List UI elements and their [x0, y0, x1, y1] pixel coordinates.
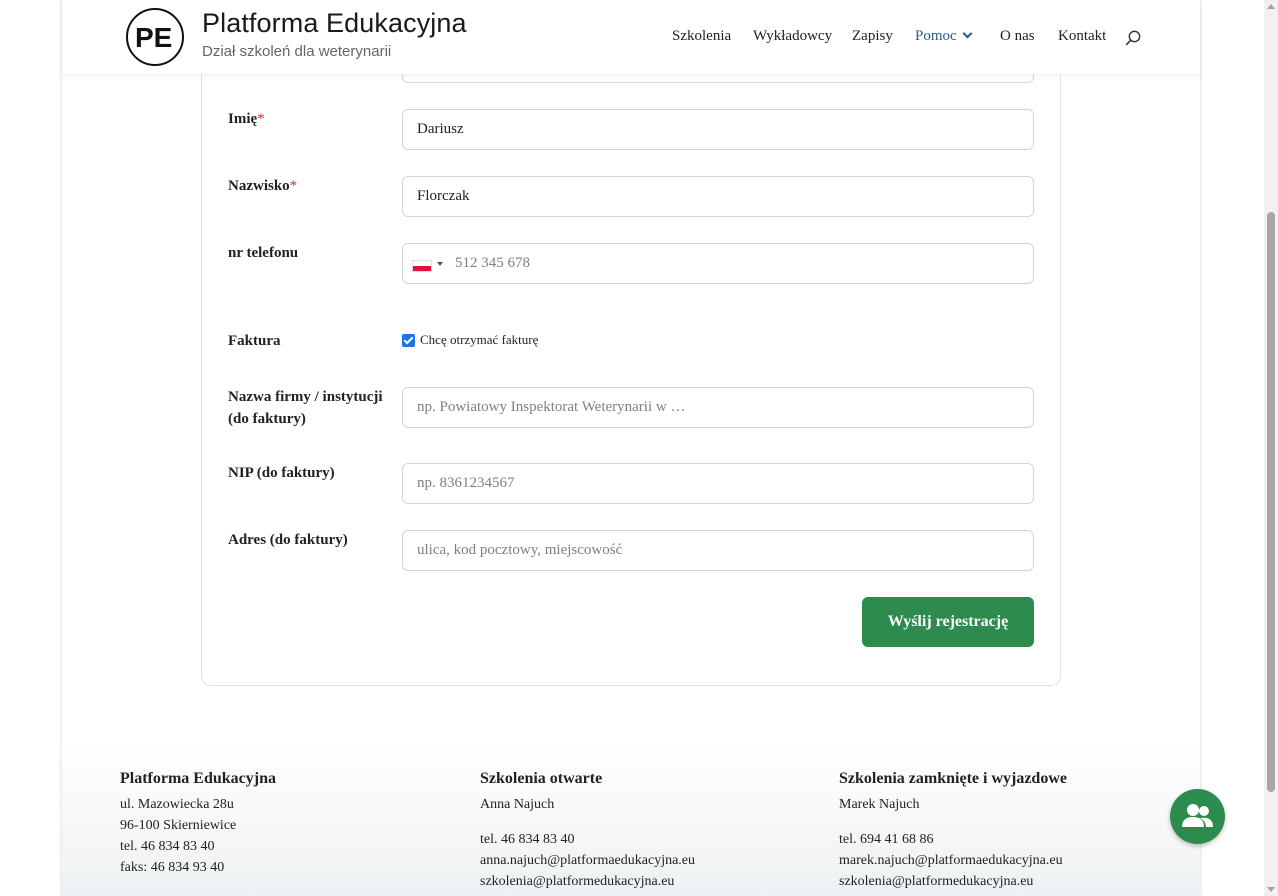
- footer-closed-phone: tel. 694 41 68 86: [839, 832, 934, 847]
- address-label: Adres (do faktury): [228, 532, 348, 548]
- footer-closed-email-2[interactable]: szkolenia@platformedukacyjna.eu: [839, 871, 1067, 892]
- footer-address-street: ul. Mazowiecka 28u: [120, 797, 234, 812]
- footer-company-title: Platforma Edukacyjna: [120, 770, 276, 787]
- submit-registration-button[interactable]: Wyślij rejestrację: [862, 597, 1034, 647]
- invoice-checkbox[interactable]: [402, 334, 415, 347]
- last-name-input[interactable]: [402, 176, 1034, 217]
- nav-wykladowcy[interactable]: Wykładowcy: [753, 28, 832, 45]
- footer-closed-person: Marek Najuch: [839, 797, 920, 812]
- footer-open-email[interactable]: anna.najuch@platformaedukacyjna.eu: [480, 850, 695, 871]
- contact-fab-button[interactable]: [1170, 789, 1225, 844]
- last-name-label: Nazwisko*: [228, 175, 297, 197]
- first-name-label-text: Imię: [228, 111, 258, 127]
- logo-text: PE: [135, 22, 172, 53]
- company-label: Nazwa firmy / instytucji (do faktury): [228, 389, 383, 427]
- footer-column-closed-trainings: Szkolenia zamknięte i wyjazdowe Marek Na…: [839, 770, 1067, 892]
- scroll-down-icon[interactable]: [1267, 887, 1275, 892]
- company-input[interactable]: [402, 387, 1034, 428]
- brand-title[interactable]: Platforma Edukacyjna: [202, 8, 467, 39]
- chevron-down-icon: [962, 28, 973, 39]
- footer-closed-email[interactable]: marek.najuch@platformaedukacyjna.eu: [839, 850, 1067, 871]
- footer-open-email-2[interactable]: szkolenia@platformedukacyjna.eu: [480, 871, 695, 892]
- invoice-label: Faktura: [228, 333, 281, 349]
- logo[interactable]: PE: [125, 7, 185, 67]
- nav-szkolenia[interactable]: Szkolenia: [672, 28, 731, 45]
- last-name-label-text: Nazwisko: [228, 178, 290, 194]
- users-icon: [1182, 804, 1213, 827]
- nav-pomoc-label: Pomoc: [915, 28, 957, 44]
- footer-open-phone: tel. 46 834 83 40: [480, 832, 575, 847]
- footer-column-open-trainings: Szkolenia otwarte Anna Najuch tel. 46 83…: [480, 770, 695, 892]
- footer-address-city: 96-100 Skierniewice: [120, 818, 237, 833]
- invoice-checkbox-label[interactable]: Chcę otrzymać fakturę: [420, 332, 538, 348]
- required-mark: *: [289, 178, 298, 194]
- poland-flag-icon[interactable]: [412, 260, 432, 272]
- footer-phone: tel. 46 834 83 40: [120, 839, 215, 854]
- search-icon[interactable]: [1125, 30, 1141, 46]
- nav-pomoc[interactable]: Pomoc: [915, 28, 973, 45]
- phone-input[interactable]: [455, 244, 1025, 283]
- page-scrollbar[interactable]: [1264, 0, 1278, 896]
- footer-open-title: Szkolenia otwarte: [480, 770, 603, 787]
- nav-zapisy[interactable]: Zapisy: [852, 28, 893, 45]
- scroll-up-icon[interactable]: [1267, 4, 1275, 9]
- scrollbar-thumb[interactable]: [1267, 212, 1275, 792]
- first-name-label: Imię*: [228, 108, 265, 130]
- footer-fax: faks: 46 834 93 40: [120, 860, 225, 875]
- footer-closed-title: Szkolenia zamknięte i wyjazdowe: [839, 770, 1067, 787]
- first-name-input[interactable]: [402, 109, 1034, 150]
- address-input[interactable]: [402, 530, 1034, 571]
- nav-kontakt[interactable]: Kontakt: [1058, 28, 1106, 45]
- registration-form-card: [201, 0, 1061, 686]
- footer-open-person: Anna Najuch: [480, 797, 555, 812]
- phone-label: nr telefonu: [228, 245, 299, 261]
- nip-input[interactable]: [402, 463, 1034, 504]
- brand-subtitle: Dział szkoleń dla weterynarii: [202, 43, 392, 60]
- nav-o-nas[interactable]: O nas: [1000, 28, 1035, 45]
- footer-column-company: Platforma Edukacyjna ul. Mazowiecka 28u …: [120, 770, 276, 878]
- caret-down-icon[interactable]: [437, 262, 443, 266]
- phone-field: [402, 243, 1034, 284]
- required-mark: *: [257, 111, 265, 127]
- site-header: PE Platforma Edukacyjna Dział szkoleń dl…: [62, 0, 1200, 74]
- nip-label: NIP (do faktury): [228, 465, 335, 481]
